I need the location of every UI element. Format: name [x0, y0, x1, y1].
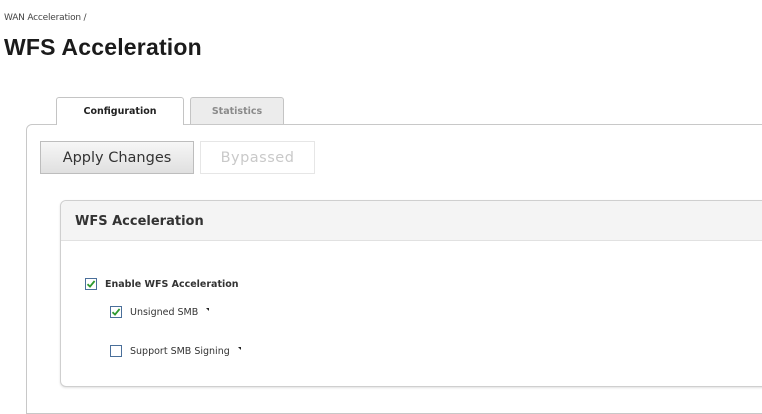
breadcrumb: WAN Acceleration / [4, 13, 87, 23]
smb-signing-label: Support SMB Signing [130, 345, 230, 357]
tooltip-icon[interactable] [237, 346, 241, 350]
tab-statistics[interactable]: Statistics [190, 97, 284, 124]
wfs-acceleration-section: WFS Acceleration Enable WFS Acceleration… [60, 200, 762, 387]
tooltip-icon[interactable] [206, 307, 210, 311]
page-title: WFS Acceleration [4, 34, 202, 60]
unsigned-smb-row: Unsigned SMB [110, 306, 210, 318]
checkmark-icon [86, 280, 96, 288]
bypassed-button: Bypassed [200, 141, 315, 174]
apply-changes-button[interactable]: Apply Changes [40, 141, 194, 174]
enable-wfs-row: Enable WFS Acceleration [85, 278, 239, 290]
tab-configuration[interactable]: Configuration [56, 97, 184, 125]
unsigned-smb-label: Unsigned SMB [130, 306, 199, 318]
section-title: WFS Acceleration [75, 214, 204, 229]
smb-signing-row: Support SMB Signing [110, 345, 241, 357]
enable-wfs-checkbox[interactable] [85, 278, 97, 290]
checkmark-icon [111, 308, 121, 316]
section-header: WFS Acceleration [61, 201, 762, 241]
smb-signing-checkbox[interactable] [110, 345, 122, 357]
unsigned-smb-checkbox[interactable] [110, 306, 122, 318]
enable-wfs-label: Enable WFS Acceleration [105, 278, 239, 290]
